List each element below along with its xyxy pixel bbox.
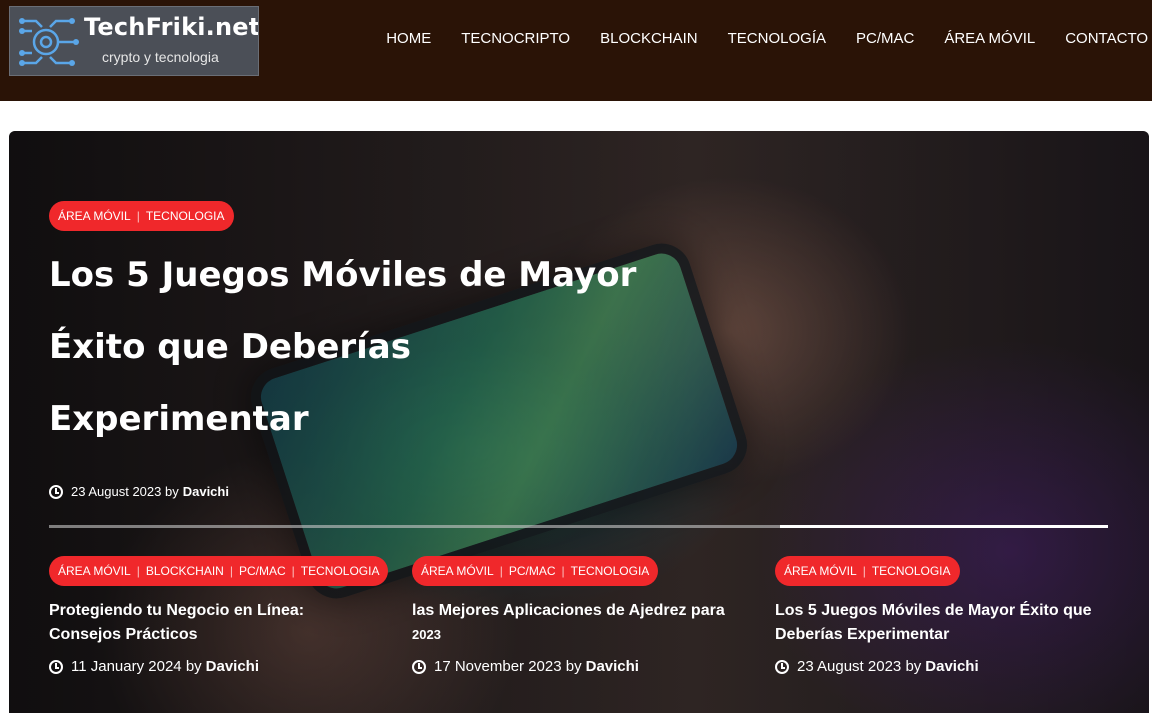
nav-item-tecnocripto[interactable]: TECNOCRIPTO [461,30,570,47]
card-title-line: Protegiendo tu Negocio en Línea: [49,602,305,619]
card-meta: 17 November 2023 by Davichi [412,658,639,675]
card-meta: 11 January 2024 by Davichi [49,658,259,675]
card-category-badge: ÁREA MÓVIL | TECNOLOGIA [775,556,960,586]
card-category-badge: ÁREA MÓVIL | BLOCKCHAIN | PC/MAC | TECNOLOGIA [49,556,389,586]
hero-slider[interactable]: ÁREA MÓVIL | TECNOLOGIA Los 5 Juegos Móvil… [9,131,1149,713]
card-meta: 23 August 2023 by Davichi [775,658,979,675]
card-title-line: 2023 [412,627,441,642]
category-link[interactable]: BLOCKCHAIN [146,564,224,578]
post-author[interactable]: Davichi [925,658,978,675]
circuit-logo-icon [19,18,79,66]
hero-title-line: Éxito que Deberías [49,327,411,367]
nav-item-blockchain[interactable]: BLOCKCHAIN [600,30,698,47]
hero-title-line: Experimentar [49,399,309,439]
nav-item-contacto[interactable]: CONTACTO [1065,30,1148,47]
category-link[interactable]: ÁREA MÓVIL [784,564,857,578]
nav-item-tecnologia[interactable]: TECNOLOGÍA [728,30,826,47]
site-title: TechFriki.net [84,13,259,41]
post-author[interactable]: Davichi [586,658,639,675]
clock-icon [412,659,426,674]
category-link[interactable]: TECNOLOGIA [571,564,650,578]
site-header: TechFriki.net crypto y tecnologia HOME T… [0,0,1152,101]
clock-icon [775,659,789,674]
category-link[interactable]: ÁREA MÓVIL [421,564,494,578]
category-link[interactable]: TECNOLOGIA [872,564,951,578]
category-link[interactable]: PC/MAC [509,564,556,578]
hero-title-line: Los 5 Juegos Móviles de Mayor [49,255,637,295]
nav-item-home[interactable]: HOME [386,30,431,47]
clock-icon [49,659,63,674]
hero-category-badge: ÁREA MÓVIL | TECNOLOGIA [49,201,234,231]
hero-meta: 23 August 2023 by Davichi [49,484,229,499]
post-date: 23 August 2023 [797,658,902,675]
post-date: 23 August 2023 [71,484,162,499]
clock-icon [49,484,63,499]
card-title-line: Los 5 Juegos Móviles de Mayor Éxito que [775,602,1092,619]
card-title[interactable]: Protegiendo tu Negocio en Línea: Consejo… [49,599,379,647]
category-link[interactable]: TECNOLOGIA [146,209,225,223]
post-author[interactable]: Davichi [206,658,259,675]
post-author[interactable]: Davichi [183,484,229,499]
by-label: by [905,658,922,675]
hero-title[interactable]: Los 5 Juegos Móviles de Mayor Éxito que … [49,239,669,455]
slider-progress [49,525,1108,528]
post-date: 11 January 2024 [71,658,182,675]
card-title-line: Consejos Prácticos [49,626,198,643]
category-link[interactable]: TECNOLOGIA [301,564,380,578]
by-label: by [164,484,179,499]
nav-item-area-movil[interactable]: ÁREA MÓVIL [944,30,1035,47]
post-date: 17 November 2023 [434,658,562,675]
card-title-line: las Mejores Aplicaciones de Ajedrez para [412,602,725,619]
category-link[interactable]: ÁREA MÓVIL [58,209,131,223]
slider-progress-fill [779,525,1108,528]
card-title-line: Deberías Experimentar [775,626,950,643]
site-logo[interactable]: TechFriki.net crypto y tecnologia [9,6,259,76]
nav-item-pc-mac[interactable]: PC/MAC [856,30,914,47]
category-link[interactable]: ÁREA MÓVIL [58,564,131,578]
card-title[interactable]: Los 5 Juegos Móviles de Mayor Éxito que … [775,599,1115,647]
by-label: by [185,658,202,675]
site-tagline: crypto y tecnologia [102,49,219,65]
by-label: by [565,658,582,675]
card-title[interactable]: las Mejores Aplicaciones de Ajedrez para… [412,599,752,647]
main-nav: HOME TECNOCRIPTO BLOCKCHAIN TECNOLOGÍA P… [356,30,1148,47]
category-link[interactable]: PC/MAC [239,564,286,578]
card-category-badge: ÁREA MÓVIL | PC/MAC | TECNOLOGIA [412,556,659,586]
